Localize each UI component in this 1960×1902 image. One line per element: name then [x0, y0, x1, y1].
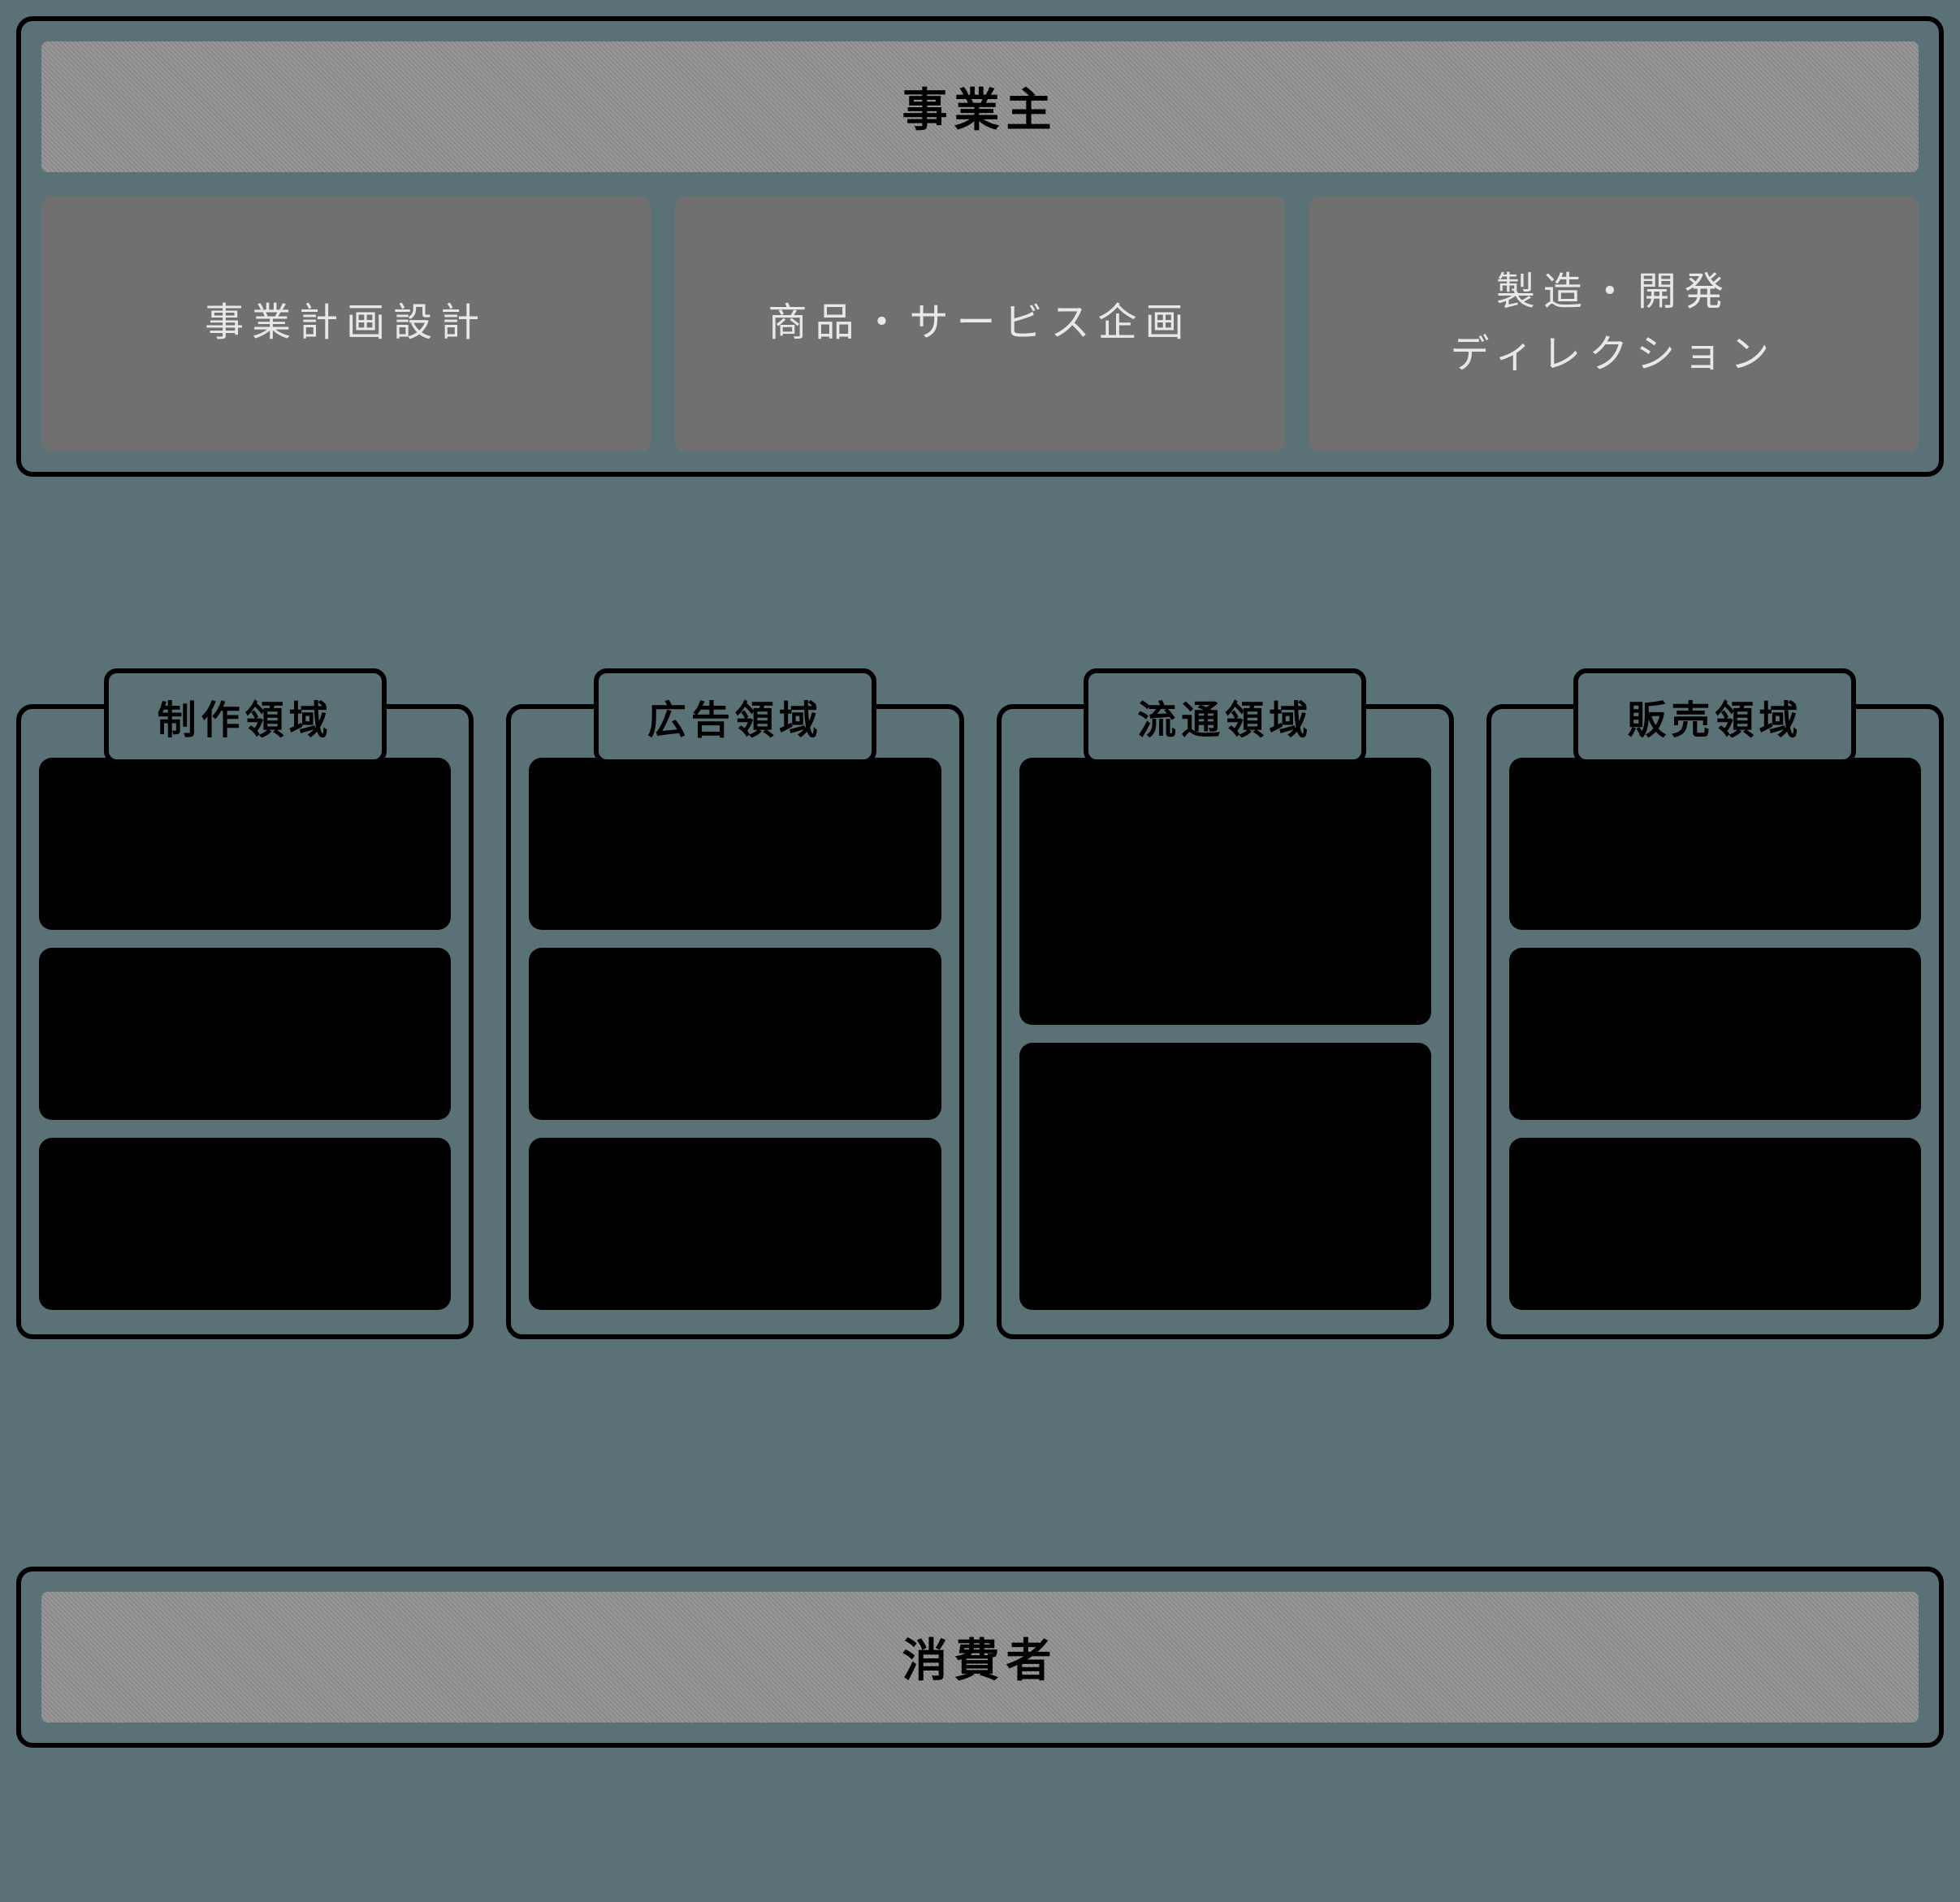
diagram-container: 事業主 事業計画設計 商品・サービス企画 製造・開発ディレクション 制作領域: [16, 16, 1944, 1886]
card-text: 商品・サービス企画: [768, 292, 1192, 355]
domain-item: [1509, 1138, 1921, 1310]
business-owner-header: 事業主: [41, 41, 1919, 172]
card-text: 事業計画設計: [205, 292, 487, 355]
domain-items: [1019, 758, 1431, 1310]
domain-tab: 販売領域: [1573, 668, 1856, 764]
domain-item: [1019, 1043, 1431, 1310]
domain-tab: 制作領域: [104, 668, 387, 764]
domain-tab: 流通領域: [1084, 668, 1366, 764]
domain-item: [529, 948, 941, 1120]
domain-tab-text: 流通領域: [1137, 699, 1313, 742]
consumer-box: 消費者: [16, 1567, 1944, 1748]
domain-item: [1509, 948, 1921, 1120]
consumer-header: 消費者: [41, 1592, 1919, 1723]
card-business-plan: 事業計画設計: [41, 197, 651, 452]
domains-row: 制作領域 広告領域 流通領域: [16, 704, 1944, 1339]
domain-items: [529, 758, 941, 1310]
domain-items: [39, 758, 451, 1310]
domain-tab: 広告領域: [594, 668, 876, 764]
business-owner-cards: 事業計画設計 商品・サービス企画 製造・開発ディレクション: [41, 197, 1919, 452]
domain-item: [529, 1138, 941, 1310]
domain-item: [39, 758, 451, 930]
card-manufacturing: 製造・開発ディレクション: [1309, 197, 1919, 452]
card-product-service: 商品・サービス企画: [675, 197, 1284, 452]
consumer-title: 消費者: [902, 1635, 1058, 1686]
domain-tab-text: 制作領域: [158, 699, 333, 742]
business-owner-title: 事業主: [902, 84, 1058, 136]
domain-tab-text: 広告領域: [647, 699, 823, 742]
domain-tab-text: 販売領域: [1627, 699, 1802, 742]
business-owner-box: 事業主 事業計画設計 商品・サービス企画 製造・開発ディレクション: [16, 16, 1944, 477]
domain-advertising: 広告領域: [506, 704, 963, 1339]
domain-production: 制作領域: [16, 704, 474, 1339]
domain-item: [1509, 758, 1921, 930]
domain-item: [39, 1138, 451, 1310]
domain-item: [39, 948, 451, 1120]
domain-item: [1019, 758, 1431, 1025]
domain-distribution: 流通領域: [997, 704, 1454, 1339]
domain-sales: 販売領域: [1486, 704, 1944, 1339]
domain-item: [529, 758, 941, 930]
card-text: 製造・開発ディレクション: [1451, 262, 1778, 387]
domain-items: [1509, 758, 1921, 1310]
